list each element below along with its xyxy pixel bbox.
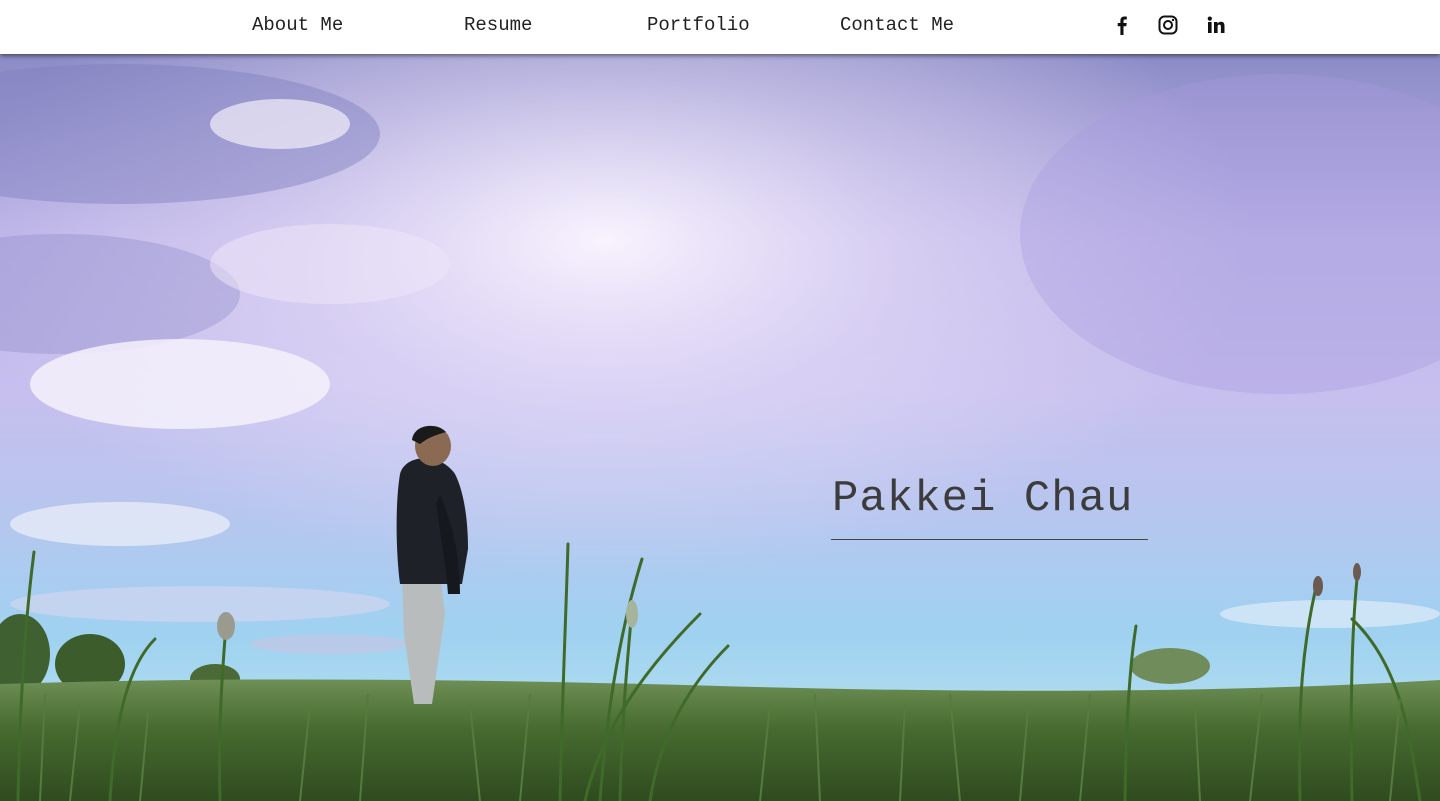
linkedin-icon[interactable]: [1205, 14, 1227, 36]
nav-about-me[interactable]: About Me: [252, 14, 343, 36]
instagram-icon[interactable]: [1157, 14, 1179, 36]
hero-background-image: [0, 54, 1440, 801]
hero-banner: Pakkei Chau: [0, 54, 1440, 801]
nav-resume[interactable]: Resume: [464, 14, 532, 36]
nav-contact-me[interactable]: Contact Me: [840, 14, 954, 36]
hero-name-underline: [831, 539, 1148, 540]
page: About Me Resume Portfolio Contact Me Pak…: [0, 0, 1440, 801]
header-bar: About Me Resume Portfolio Contact Me: [0, 0, 1440, 54]
facebook-icon[interactable]: [1111, 14, 1133, 36]
nav-portfolio[interactable]: Portfolio: [647, 14, 750, 36]
hero-name-heading: Pakkei Chau: [832, 474, 1134, 524]
